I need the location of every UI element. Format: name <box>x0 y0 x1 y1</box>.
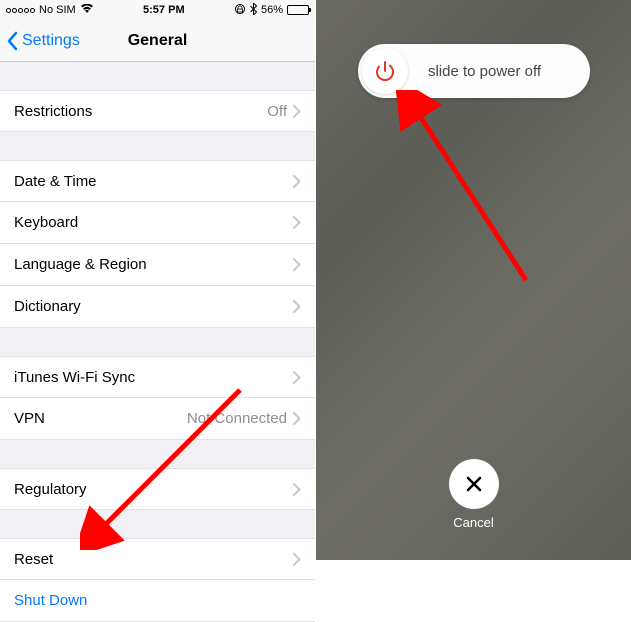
cell-label: Keyboard <box>14 214 293 231</box>
chevron-right-icon <box>293 175 301 188</box>
cell-label: Reset <box>14 551 293 568</box>
chevron-right-icon <box>293 371 301 384</box>
nav-bar: Settings General <box>0 20 315 62</box>
cell-label: VPN <box>14 410 187 427</box>
signal-icon <box>6 8 35 13</box>
cell-label: Restrictions <box>14 103 267 120</box>
cell-label: Date & Time <box>14 173 293 190</box>
back-label: Settings <box>22 32 80 50</box>
cell-itunes-sync[interactable]: iTunes Wi-Fi Sync <box>0 356 315 398</box>
cancel-circle[interactable] <box>449 459 499 509</box>
cancel-button[interactable]: Cancel <box>449 459 499 530</box>
cell-dictionary[interactable]: Dictionary <box>0 286 315 328</box>
back-button[interactable]: Settings <box>0 31 80 51</box>
settings-list: Restrictions Off Date & Time Keyboard La… <box>0 62 315 622</box>
battery-icon <box>287 5 309 15</box>
close-icon <box>464 474 484 494</box>
chevron-right-icon <box>293 258 301 271</box>
battery-pct-label: 56% <box>261 4 283 16</box>
orientation-lock-icon <box>234 3 246 18</box>
cell-value: Off <box>267 103 287 120</box>
cancel-label: Cancel <box>453 515 493 530</box>
power-off-slider[interactable]: slide to power off <box>358 44 590 98</box>
cell-shut-down[interactable]: Shut Down <box>0 580 315 622</box>
cell-label: iTunes Wi-Fi Sync <box>14 369 293 386</box>
shut-down-label: Shut Down <box>14 592 301 609</box>
bluetooth-icon <box>250 3 257 18</box>
cell-label: Language & Region <box>14 256 293 273</box>
slide-text: slide to power off <box>408 63 586 80</box>
chevron-right-icon <box>293 105 301 118</box>
power-off-screen: slide to power off Cancel <box>316 0 631 560</box>
cell-date-time[interactable]: Date & Time <box>0 160 315 202</box>
chevron-left-icon <box>6 31 18 51</box>
chevron-right-icon <box>293 553 301 566</box>
cell-value: Not Connected <box>187 410 287 427</box>
power-icon <box>373 59 397 83</box>
carrier-label: No SIM <box>39 4 76 16</box>
chevron-right-icon <box>293 412 301 425</box>
status-bar: No SIM 5:57 PM 56% <box>0 0 315 20</box>
cell-label: Dictionary <box>14 298 293 315</box>
cell-language-region[interactable]: Language & Region <box>0 244 315 286</box>
cell-reset[interactable]: Reset <box>0 538 315 580</box>
cell-vpn[interactable]: VPN Not Connected <box>0 398 315 440</box>
cell-regulatory[interactable]: Regulatory <box>0 468 315 510</box>
power-knob[interactable] <box>362 48 408 94</box>
chevron-right-icon <box>293 216 301 229</box>
chevron-right-icon <box>293 300 301 313</box>
cell-restrictions[interactable]: Restrictions Off <box>0 90 315 132</box>
wifi-icon <box>80 3 94 17</box>
settings-general-screen: No SIM 5:57 PM 56% Settings <box>0 0 315 560</box>
chevron-right-icon <box>293 483 301 496</box>
cell-label: Regulatory <box>14 481 293 498</box>
cell-keyboard[interactable]: Keyboard <box>0 202 315 244</box>
clock-label: 5:57 PM <box>143 4 185 16</box>
